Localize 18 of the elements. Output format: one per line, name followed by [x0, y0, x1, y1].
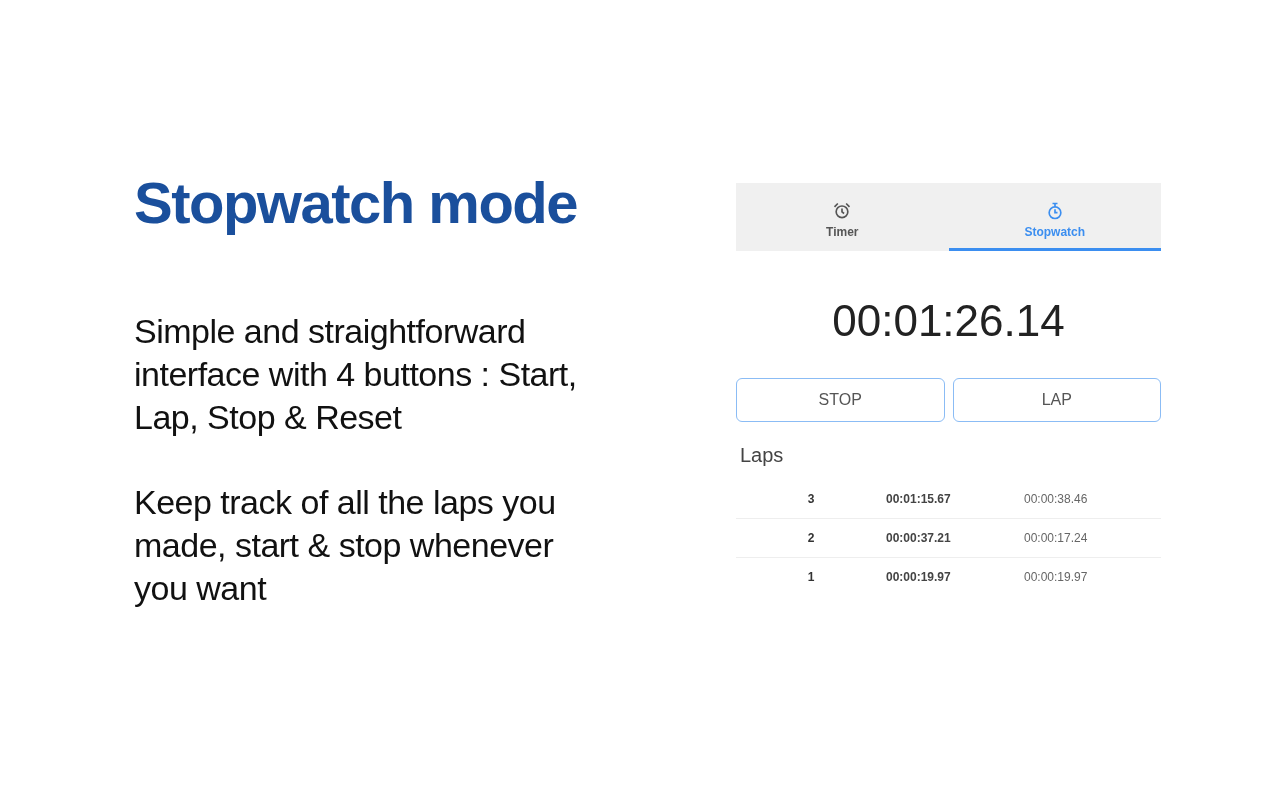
alarm-clock-icon — [832, 200, 853, 221]
total-time: 00:01:15.67 — [886, 490, 952, 508]
page-heading: Stopwatch mode — [134, 169, 578, 237]
description-text: Keep track of all the laps you made, start & stop whenever you want — [134, 481, 557, 609]
action-button[interactable]: STOP — [736, 377, 945, 422]
laps-title: Laps — [740, 442, 785, 468]
total-time: 00:00:19.97 — [886, 569, 952, 587]
tab[interactable]: Timer — [736, 183, 949, 251]
total-time: 00:00:37.21 — [886, 529, 952, 547]
lap-number: 3 — [806, 490, 816, 508]
description-text: Simple and straightforward interface with 4 buttons : Start, Lap, Stop & Reset — [134, 310, 578, 438]
time-display: 00:01:26.14 — [831, 295, 1066, 347]
action-button[interactable]: LAP — [952, 377, 1161, 422]
lap-number: 1 — [806, 569, 816, 587]
split-time: 00:00:17.24 — [1024, 529, 1088, 547]
split-time: 00:00:38.46 — [1024, 490, 1088, 508]
split-time: 00:00:19.97 — [1024, 569, 1088, 587]
lap-number: 2 — [806, 529, 816, 547]
